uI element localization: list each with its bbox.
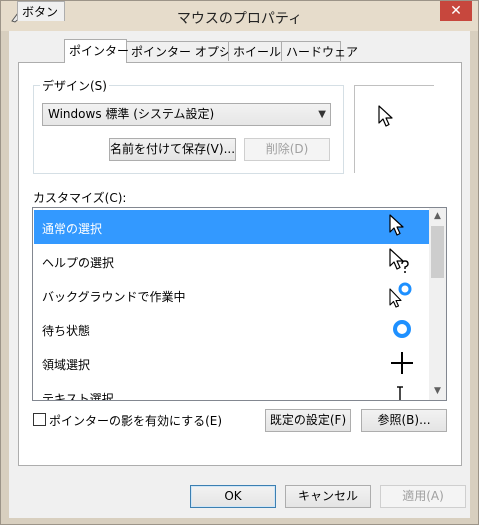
browse-button[interactable]: 参照(B)... (361, 409, 447, 432)
tab-wheel[interactable]: ホイール (228, 41, 282, 61)
title-bar[interactable]: マウスのプロパティ (1, 1, 478, 31)
cancel-button[interactable]: キャンセル (285, 485, 371, 508)
text-beam-cursor-icon (397, 386, 403, 400)
scheme-select-value: Windows 標準 (システム設定) (48, 107, 215, 121)
list-item-text-select[interactable]: テキスト選択 (34, 380, 429, 401)
close-button[interactable]: ✕ (440, 1, 472, 21)
tab-buttons[interactable]: ボタン (17, 1, 65, 21)
window-title: マウスのプロパティ (176, 11, 303, 27)
list-item-label: ヘルプの選択 (42, 256, 115, 270)
list-item-label: バックグラウンドで作業中 (42, 290, 186, 304)
cursor-preview-box (354, 85, 434, 173)
apply-button[interactable]: 適用(A) (380, 485, 466, 508)
mouse-properties-window: マウスのプロパティ ✕ ボタン ポインター ポインター オプション ホイール ハ… (0, 0, 479, 525)
list-item-label: 通常の選択 (42, 222, 103, 236)
chevron-down-icon: ▼ (318, 109, 326, 120)
busy-cursor-icon (393, 320, 411, 338)
design-group-label: デザイン(S) (40, 77, 109, 94)
tab-pointer-options[interactable]: ポインター オプション (126, 41, 255, 61)
chevron-down-icon[interactable]: ▼ (429, 383, 446, 400)
chevron-up-icon[interactable]: ▲ (429, 208, 446, 225)
delete-scheme-button[interactable]: 削除(D) (244, 138, 330, 161)
scheme-select[interactable]: Windows 標準 (システム設定) ▼ (42, 103, 331, 126)
list-vertical-scrollbar[interactable]: ▲ ▼ (429, 208, 446, 400)
list-item-label: 待ち状態 (42, 324, 91, 338)
cursor-list[interactable]: 通常の選択 ヘルプの選択 バックグラウンドで作業中 待ち状態 領域選択 テキスト… (32, 207, 447, 401)
list-item-working-in-background[interactable]: バックグラウンドで作業中 (34, 278, 429, 312)
help-cursor-icon (389, 248, 409, 273)
tab-hardware[interactable]: ハードウェア (281, 41, 358, 61)
preview-arrow-cursor-icon (378, 105, 393, 127)
customize-label: カスタマイズ(C): (33, 191, 127, 205)
crosshair-cursor-icon (391, 352, 413, 374)
list-item-precision-select[interactable]: 領域選択 (34, 346, 429, 380)
ok-button[interactable]: OK (190, 485, 276, 508)
list-item-busy[interactable]: 待ち状態 (34, 312, 429, 346)
pointer-shadow-checkbox[interactable] (33, 413, 46, 426)
save-as-button[interactable]: 名前を付けて保存(V)... (109, 138, 236, 161)
list-item-label: 領域選択 (42, 358, 91, 372)
list-item-label: テキスト選択 (42, 392, 114, 401)
arrow-cursor-icon (389, 214, 404, 236)
pointer-shadow-label[interactable]: ポインターの影を有効にする(E) (49, 412, 222, 429)
scrollbar-thumb[interactable] (431, 226, 444, 278)
tab-pointers[interactable]: ポインター (64, 39, 129, 63)
use-default-button[interactable]: 既定の設定(F) (265, 409, 351, 432)
list-item-normal-select[interactable]: 通常の選択 (34, 210, 429, 244)
working-in-background-cursor-icon (389, 282, 412, 308)
list-item-help-select[interactable]: ヘルプの選択 (34, 244, 429, 278)
